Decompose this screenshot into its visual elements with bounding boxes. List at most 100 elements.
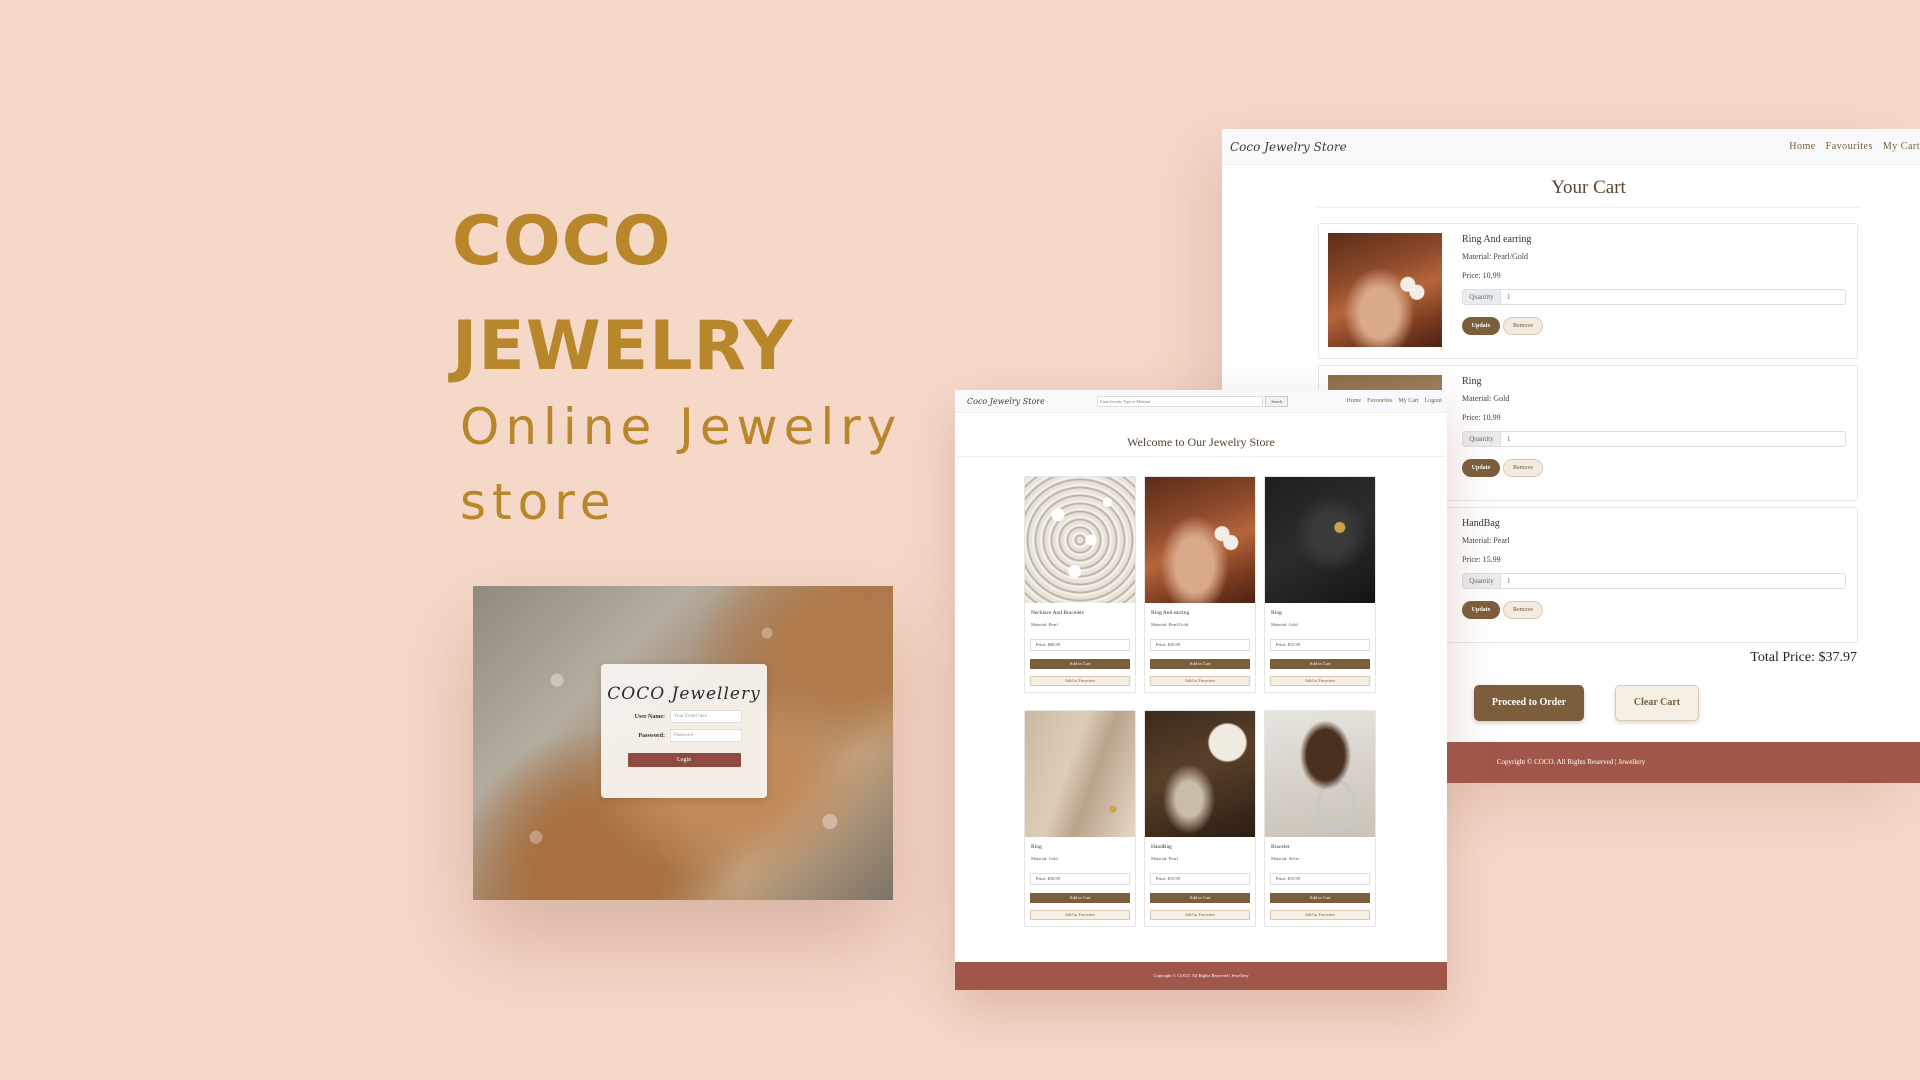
item-name: Ring And earring <box>1462 234 1532 245</box>
product-card: Ring Material: Gold Price: $10.99 Add to… <box>1024 710 1136 927</box>
product-card: Necklace And Bracelets Material: Pearl P… <box>1024 476 1136 693</box>
quantity-label: Quantity <box>1463 432 1501 446</box>
product-material: Material: Gold <box>1271 622 1298 627</box>
quantity-label: Quantity <box>1463 574 1501 588</box>
item-price: Price: 15.99 <box>1462 555 1501 564</box>
total-price: Total Price: $37.97 <box>1750 650 1857 665</box>
hero-subtitle-line2: store <box>460 473 617 531</box>
login-button[interactable]: Login <box>627 753 741 767</box>
item-material: Material: Pearl <box>1462 536 1510 545</box>
item-price: Price: 10.99 <box>1462 413 1501 422</box>
bracelet-photo <box>1265 711 1375 837</box>
remove-button[interactable]: Remove <box>1503 459 1543 477</box>
quantity-input[interactable]: 1 <box>1501 432 1511 446</box>
hero-title-line2: JEWELRY <box>452 307 794 386</box>
quantity-input[interactable]: 1 <box>1501 290 1511 304</box>
password-row: Password: Password <box>601 729 767 742</box>
welcome-heading: Welcome to Our Jewelry Store <box>957 435 1445 457</box>
item-material: Material: Pearl/Gold <box>1462 252 1528 261</box>
product-name: Necklace And Bracelets <box>1031 610 1084 616</box>
nav-home[interactable]: Home <box>1789 141 1815 152</box>
nav-favourites[interactable]: Favourites <box>1367 398 1392 404</box>
username-input[interactable]: Your Email here <box>670 710 742 723</box>
item-material: Material: Gold <box>1462 394 1510 403</box>
username-label: User Name: <box>634 713 665 720</box>
item-name: HandBag <box>1462 518 1500 529</box>
home-footer: Copyright © COCO. All Rights Reserved | … <box>955 962 1447 990</box>
login-logo: COCO Jewellery <box>607 684 761 704</box>
product-material: Material: Gold <box>1031 856 1058 861</box>
product-price: Price: $60.99 <box>1030 639 1130 651</box>
product-price: Price: $15.99 <box>1270 873 1370 885</box>
item-name: Ring <box>1462 376 1482 387</box>
handbag-photo <box>1145 711 1255 837</box>
necklace-photo <box>1025 477 1135 603</box>
nav-my-cart[interactable]: My Cart <box>1883 141 1920 152</box>
login-card: COCO Jewellery User Name: Your Email her… <box>601 664 767 798</box>
product-name: Ring <box>1271 610 1282 616</box>
add-to-favorites-button[interactable]: Add to Favorites <box>1150 910 1250 920</box>
product-price: Price: $10.99 <box>1030 873 1130 885</box>
product-material: Material: Pearl <box>1031 622 1058 627</box>
product-price: Price: $15.99 <box>1150 873 1250 885</box>
add-to-cart-button[interactable]: Add to Cart <box>1150 893 1250 903</box>
home-navbar: Coco Jewelry Store Enter Jewelry Type or… <box>955 390 1447 413</box>
proceed-to-order-button[interactable]: Proceed to Order <box>1474 685 1584 721</box>
product-grid: Necklace And Bracelets Material: Pearl P… <box>1024 476 1378 927</box>
product-name: Bracelet <box>1271 844 1290 850</box>
search-input[interactable]: Enter Jewelry Type or Material <box>1097 395 1264 407</box>
add-to-favorites-button[interactable]: Add to Favorites <box>1270 676 1370 686</box>
earring-photo <box>1328 233 1442 347</box>
product-material: Material: Pearl <box>1151 856 1178 861</box>
cart-title: Your Cart <box>1317 177 1860 208</box>
login-screenshot: COCO Jewellery User Name: Your Email her… <box>473 586 893 900</box>
username-row: User Name: Your Email here <box>601 710 767 723</box>
ring-beige-photo <box>1025 711 1135 837</box>
add-to-favorites-button[interactable]: Add to Favorites <box>1030 910 1130 920</box>
add-to-favorites-button[interactable]: Add to Favorites <box>1030 676 1130 686</box>
earring-photo <box>1145 477 1255 603</box>
search-button[interactable]: Search <box>1265 395 1289 407</box>
home-nav-links: Home Favourites My Cart Logout <box>1340 398 1442 404</box>
quantity-field[interactable]: Quantity 1 <box>1462 431 1846 447</box>
quantity-input[interactable]: 1 <box>1501 574 1511 588</box>
product-material: Material: Silver <box>1271 856 1300 861</box>
product-card: Bracelet Material: Silver Price: $15.99 … <box>1264 710 1376 927</box>
nav-my-cart[interactable]: My Cart <box>1398 398 1418 404</box>
quantity-field[interactable]: Quantity 1 <box>1462 289 1846 305</box>
cart-navbar: Coco Jewelry Store Home Favourites My Ca… <box>1222 129 1920 165</box>
product-name: Ring <box>1031 844 1042 850</box>
item-price: Price: 10.99 <box>1462 271 1501 280</box>
quantity-label: Quantity <box>1463 290 1501 304</box>
ring-dark-photo <box>1265 477 1375 603</box>
add-to-cart-button[interactable]: Add to Cart <box>1030 659 1130 669</box>
update-button[interactable]: Update <box>1462 601 1500 619</box>
password-label: Password: <box>638 732 665 739</box>
add-to-cart-button[interactable]: Add to Cart <box>1270 893 1370 903</box>
update-button[interactable]: Update <box>1462 317 1500 335</box>
cart-item: Ring And earring Material: Pearl/Gold Pr… <box>1318 223 1858 359</box>
cart-nav-links: Home Favourites My Cart <box>1779 141 1920 152</box>
add-to-cart-button[interactable]: Add to Cart <box>1270 659 1370 669</box>
remove-button[interactable]: Remove <box>1503 601 1543 619</box>
product-card: Ring And earring Material: Pearl/Gold Pr… <box>1144 476 1256 693</box>
add-to-cart-button[interactable]: Add to Cart <box>1030 893 1130 903</box>
nav-home[interactable]: Home <box>1346 398 1361 404</box>
search-bar: Enter Jewelry Type or Material Search <box>1097 395 1289 407</box>
add-to-favorites-button[interactable]: Add to Favorites <box>1270 910 1370 920</box>
add-to-favorites-button[interactable]: Add to Favorites <box>1150 676 1250 686</box>
product-card: HandBag Material: Pearl Price: $15.99 Ad… <box>1144 710 1256 927</box>
home-brand[interactable]: Coco Jewelry Store <box>967 397 1045 406</box>
clear-cart-button[interactable]: Clear Cart <box>1615 685 1699 721</box>
product-price: Price: $10.99 <box>1150 639 1250 651</box>
add-to-cart-button[interactable]: Add to Cart <box>1150 659 1250 669</box>
hero-title-line1: COCO <box>452 202 672 281</box>
update-button[interactable]: Update <box>1462 459 1500 477</box>
nav-logout[interactable]: Logout <box>1425 398 1442 404</box>
product-name: HandBag <box>1151 844 1172 850</box>
password-input[interactable]: Password <box>670 729 742 742</box>
remove-button[interactable]: Remove <box>1503 317 1543 335</box>
nav-favourites[interactable]: Favourites <box>1826 141 1873 152</box>
cart-brand[interactable]: Coco Jewelry Store <box>1230 140 1347 154</box>
quantity-field[interactable]: Quantity 1 <box>1462 573 1846 589</box>
